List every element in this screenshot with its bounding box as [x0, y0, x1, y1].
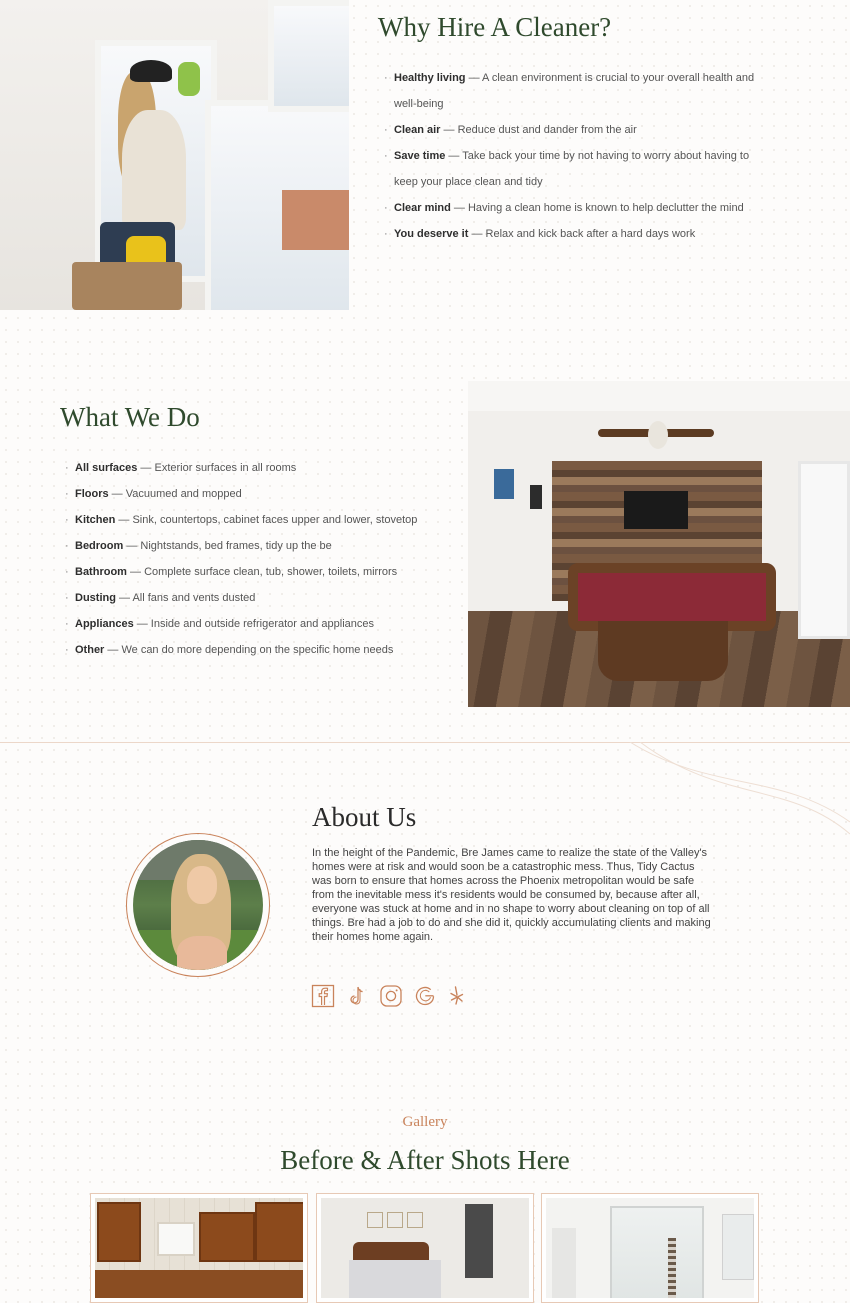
list-item: Bathroom — Complete surface clean, tub, …	[65, 559, 435, 585]
tiktok-icon[interactable]	[345, 984, 369, 1008]
list-item: You deserve it — Relax and kick back aft…	[384, 221, 774, 247]
list-item: Other — We can do more depending on the …	[65, 637, 435, 663]
list-item: Clean air — Reduce dust and dander from …	[384, 117, 774, 143]
gallery-title: Before & After Shots Here	[280, 1145, 570, 1175]
pool-room-photo	[468, 381, 850, 707]
list-item: Dusting — All fans and vents dusted	[65, 585, 435, 611]
facebook-icon[interactable]	[311, 984, 335, 1008]
what-we-do-list: All surfaces — Exterior surfaces in all …	[65, 455, 435, 663]
list-item: Appliances — Inside and outside refriger…	[65, 611, 435, 637]
list-item: All surfaces — Exterior surfaces in all …	[65, 455, 435, 481]
list-item: Healthy living — A clean environment is …	[384, 65, 774, 117]
list-item: Kitchen — Sink, countertops, cabinet fac…	[65, 507, 435, 533]
list-item: Floors — Vacuumed and mopped	[65, 481, 435, 507]
decorative-curve	[629, 742, 850, 835]
gallery-kicker: Gallery	[402, 1114, 448, 1130]
yelp-icon[interactable]	[445, 984, 469, 1008]
avatar	[133, 840, 263, 970]
cleaner-photo	[0, 0, 349, 310]
list-item: Save time — Take back your time by not h…	[384, 143, 774, 195]
what-we-do-title: What We Do	[60, 402, 200, 432]
list-item: Bedroom — Nightstands, bed frames, tidy …	[65, 533, 435, 559]
gallery-image-bedroom[interactable]	[316, 1193, 534, 1303]
instagram-icon[interactable]	[379, 984, 403, 1008]
about-title: About Us	[312, 802, 417, 832]
list-item: Clear mind — Having a clean home is know…	[384, 195, 774, 221]
about-body: In the height of the Pandemic, Bre James…	[312, 847, 711, 943]
why-hire-list: Healthy living — A clean environment is …	[384, 65, 774, 247]
google-icon[interactable]	[413, 984, 437, 1008]
why-hire-title: Why Hire A Cleaner?	[378, 12, 612, 42]
gallery-image-kitchen[interactable]	[90, 1193, 308, 1303]
gallery-image-bathroom[interactable]	[541, 1193, 759, 1303]
